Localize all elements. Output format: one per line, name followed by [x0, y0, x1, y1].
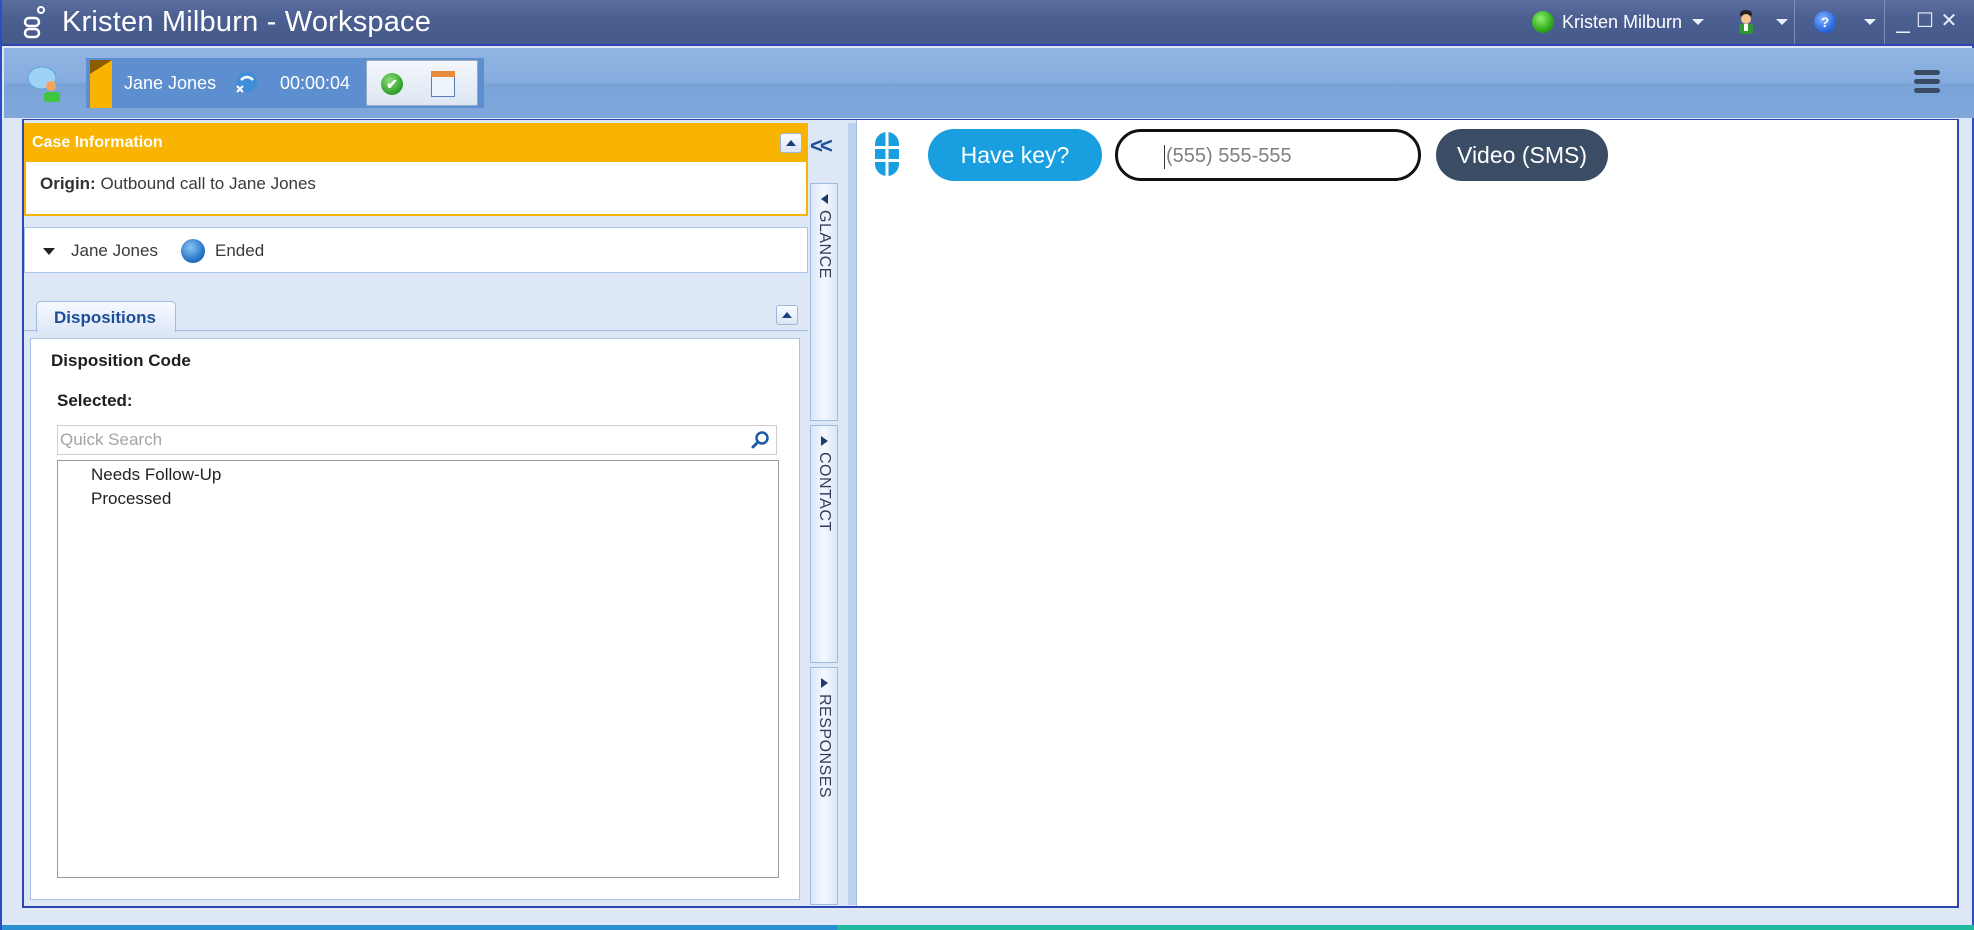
brand-globe-icon: [871, 130, 903, 178]
disposition-list: Needs Follow-Up Processed: [57, 460, 779, 878]
dispositions-panel: Disposition Code Selected: Needs Follow-…: [30, 338, 800, 900]
divider: [1884, 0, 1885, 44]
disposition-item[interactable]: Needs Follow-Up: [58, 463, 778, 487]
collapse-case-button[interactable]: [780, 133, 802, 153]
status-ready-icon: [1532, 11, 1554, 33]
main-menu-icon[interactable]: [1914, 70, 1940, 96]
collapse-dispositions-button[interactable]: [776, 305, 798, 325]
origin-label: Origin:: [40, 174, 96, 193]
side-tab-responses[interactable]: RESPONSES: [810, 667, 838, 905]
side-tab-label: RESPONSES: [816, 694, 833, 799]
case-information: Case Information Origin: Outbound call t…: [24, 123, 808, 216]
disposition-code-title: Disposition Code: [51, 351, 191, 370]
collapse-panel-icon[interactable]: <<: [810, 133, 833, 159]
help-menu-chevron-icon[interactable]: [1864, 19, 1876, 25]
active-interaction-bar[interactable]: Jane Jones 00:00:04 ✔: [86, 58, 484, 108]
party-status: Ended: [215, 241, 265, 260]
side-tabs-column: << GLANCE CONTACT RESPONSES: [808, 123, 860, 905]
user-status-menu[interactable]: Kristen Milburn: [1532, 9, 1705, 35]
case-information-header: Case Information: [26, 125, 806, 162]
interaction-contact-name: Jane Jones: [124, 73, 217, 93]
window-title: Kristen Milburn - Workspace: [62, 6, 432, 38]
divider: [1794, 0, 1795, 44]
search-icon[interactable]: [750, 430, 770, 450]
mark-done-icon[interactable]: ✔: [381, 73, 403, 95]
web-content-panel: Have key? Video (SMS): [856, 120, 1957, 906]
phone-field: [1115, 129, 1421, 181]
call-ended-icon: [236, 72, 257, 93]
chevron-down-icon: [1692, 19, 1705, 25]
user-name: Kristen Milburn: [1562, 11, 1683, 32]
taskbar-edge: [2, 925, 1974, 930]
call-status-icon: [181, 239, 205, 263]
origin-value: Outbound call to Jane Jones: [100, 174, 316, 193]
maximize-button[interactable]: ☐: [1914, 6, 1936, 36]
title-bar: Kristen Milburn - Workspace Kristen Milb…: [2, 0, 1974, 46]
video-sms-button[interactable]: Video (SMS): [1436, 129, 1608, 181]
minimize-button[interactable]: _: [1892, 6, 1914, 36]
selected-label: Selected:: [57, 391, 133, 410]
app-window: Kristen Milburn - Workspace Kristen Milb…: [0, 0, 1974, 930]
arrow-right-icon: [821, 436, 828, 446]
interaction-actions: ✔: [366, 60, 478, 106]
agent-menu-chevron-icon[interactable]: [1776, 19, 1788, 25]
help-icon[interactable]: ?: [1814, 11, 1836, 33]
expand-caret-icon[interactable]: [43, 248, 55, 255]
side-tab-contact[interactable]: CONTACT: [810, 425, 838, 663]
side-tab-glance[interactable]: GLANCE: [810, 183, 838, 421]
party-name: Jane Jones: [71, 241, 158, 260]
app-logo-icon: [23, 6, 45, 39]
side-tab-label: GLANCE: [816, 210, 833, 279]
phone-input[interactable]: [1166, 142, 1406, 170]
have-key-button[interactable]: Have key?: [928, 129, 1102, 181]
text-cursor: [1164, 145, 1165, 169]
case-origin: Origin: Outbound call to Jane Jones: [26, 162, 806, 206]
close-button[interactable]: ✕: [1938, 6, 1960, 36]
side-tab-label: CONTACT: [816, 452, 833, 532]
interaction-timer: 00:00:04: [280, 73, 351, 93]
quick-search-input[interactable]: [58, 426, 738, 454]
case-panel: Case Information Origin: Outbound call t…: [24, 123, 808, 905]
disposition-item[interactable]: Processed: [58, 487, 778, 511]
schedule-callback-icon[interactable]: [431, 71, 455, 97]
interaction-toolbar: Jane Jones 00:00:04 ✔: [4, 48, 1974, 118]
disposition-tabs: Dispositions: [24, 299, 808, 332]
quick-search: [57, 425, 777, 455]
arrow-right-icon: [821, 678, 828, 688]
tab-dispositions[interactable]: Dispositions: [36, 301, 176, 332]
contact-directory-icon[interactable]: [26, 64, 66, 104]
party-row[interactable]: Jane Jones Ended: [24, 227, 808, 273]
case-information-title: Case Information: [32, 134, 163, 151]
interaction-color-tag: [90, 60, 112, 108]
agent-avatar-icon[interactable]: [1736, 9, 1756, 35]
arrow-left-icon: [821, 194, 828, 204]
